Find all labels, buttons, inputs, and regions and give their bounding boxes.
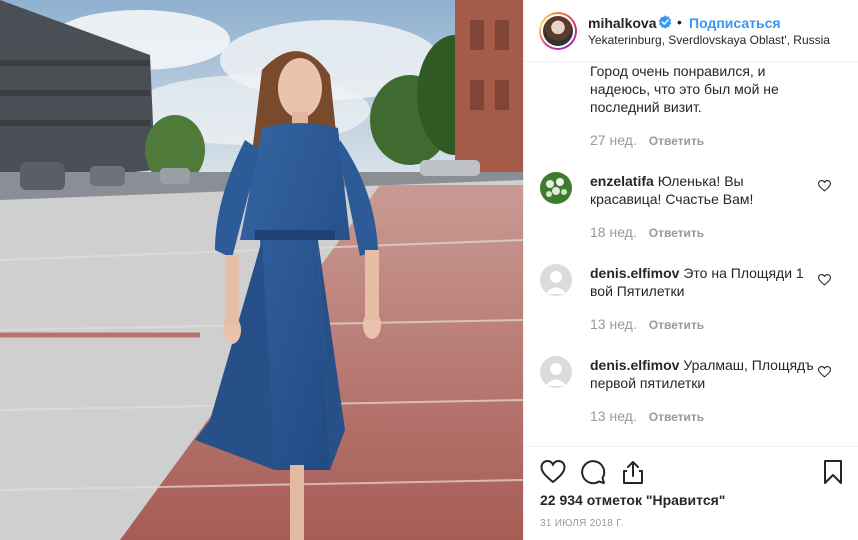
- follow-button[interactable]: Подписаться: [689, 15, 781, 31]
- comment-text: Город очень понравился, и надеюсь, что э…: [590, 63, 779, 115]
- post-photo[interactable]: [0, 0, 523, 540]
- reply-button[interactable]: Ответить: [649, 134, 704, 148]
- avatar-image: [540, 172, 572, 204]
- verified-badge-icon: [658, 15, 672, 29]
- photo-illustration: [0, 0, 523, 540]
- profile-avatar[interactable]: [539, 12, 577, 50]
- comments-list[interactable]: Город очень понравился, и надеюсь, что э…: [524, 62, 858, 446]
- username-link[interactable]: mihalkova: [588, 15, 656, 31]
- comment-body: denis.elfimov Уралмаш, Площядъ первой пя…: [590, 356, 816, 426]
- bookmark-icon[interactable]: [820, 459, 846, 485]
- reply-button[interactable]: Ответить: [649, 318, 704, 332]
- likes-count[interactable]: 22 934 отметок "Нравится": [540, 492, 725, 508]
- comment-body: denis.elfimov Это на Площяди 1 вой Пятил…: [590, 264, 816, 334]
- comment-time[interactable]: 13 нед.: [590, 316, 637, 332]
- default-avatar-icon: [540, 356, 572, 388]
- comment-body: enzelatifa Юленька! Вы красавица! Счасть…: [590, 172, 816, 242]
- heart-icon[interactable]: [540, 459, 566, 485]
- post-date[interactable]: 31 ИЮЛЯ 2018 Г.: [540, 518, 624, 529]
- comment-time[interactable]: 18 нед.: [590, 224, 637, 240]
- comment-icon[interactable]: [580, 459, 606, 485]
- comment-like-icon[interactable]: [818, 274, 831, 286]
- comment-meta: 13 нед. Ответить: [590, 408, 816, 426]
- location-link[interactable]: Yekaterinburg, Sverdlovskaya Oblast', Ru…: [588, 33, 830, 47]
- comment-time[interactable]: 13 нед.: [590, 408, 637, 424]
- comment-time[interactable]: 27 нед.: [590, 132, 637, 148]
- comment-meta: 27 нед. Ответить: [590, 132, 816, 150]
- share-icon[interactable]: [620, 459, 646, 485]
- avatar-frame: [541, 14, 575, 48]
- commenter-username[interactable]: enzelatifa: [590, 173, 654, 189]
- default-avatar-icon: [540, 264, 572, 296]
- separator-dot: •: [677, 14, 682, 30]
- commenter-username[interactable]: denis.elfimov: [590, 265, 679, 281]
- commenter-avatar[interactable]: [540, 356, 572, 388]
- commenter-username[interactable]: denis.elfimov: [590, 357, 679, 373]
- commenter-avatar[interactable]: [540, 264, 572, 296]
- comment-text-block: denis.elfimov Это на Площяди 1 вой Пятил…: [590, 264, 816, 300]
- post-actions: 22 934 отметок "Нравится" 31 ИЮЛЯ 2018 Г…: [524, 446, 858, 540]
- comment-like-icon[interactable]: [818, 366, 831, 378]
- comment-text-block: denis.elfimov Уралмаш, Площядъ первой пя…: [590, 356, 816, 392]
- avatar-image: [543, 16, 573, 46]
- comment-meta: 18 нед. Ответить: [590, 224, 816, 242]
- comment-meta: 13 нед. Ответить: [590, 316, 816, 334]
- reply-button[interactable]: Ответить: [649, 226, 704, 240]
- comment-text-block: enzelatifa Юленька! Вы красавица! Счасть…: [590, 172, 816, 208]
- comment-like-icon[interactable]: [818, 180, 831, 192]
- post-header: mihalkova • Подписаться Yekaterinburg, S…: [524, 0, 858, 62]
- comment-body: Город очень понравился, и надеюсь, что э…: [590, 62, 816, 150]
- post-side-panel: mihalkova • Подписаться Yekaterinburg, S…: [523, 0, 858, 540]
- commenter-avatar[interactable]: [540, 172, 572, 204]
- reply-button[interactable]: Ответить: [649, 410, 704, 424]
